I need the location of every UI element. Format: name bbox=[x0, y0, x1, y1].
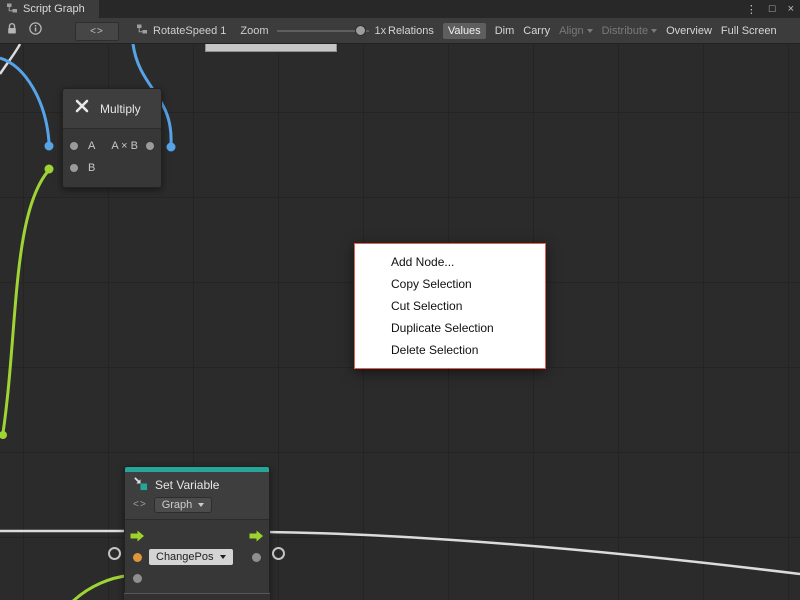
overview-button[interactable]: Overview bbox=[666, 25, 712, 37]
menu-item-add-node[interactable]: Add Node... bbox=[355, 251, 545, 273]
zoom-label: Zoom bbox=[240, 25, 268, 37]
node-multiply[interactable]: Multiply A A × B B bbox=[62, 88, 162, 188]
edit-source-button[interactable]: <> bbox=[75, 22, 119, 41]
distribute-label: Distribute bbox=[602, 25, 648, 37]
clipped-node-edge[interactable] bbox=[205, 44, 337, 52]
flow-output-port[interactable] bbox=[249, 529, 264, 547]
node-set-variable-header[interactable]: Set Variable <> Graph bbox=[125, 472, 269, 520]
chevron-down-icon bbox=[587, 29, 593, 33]
node-title: Multiply bbox=[100, 102, 141, 116]
port-label-a: A bbox=[88, 140, 95, 152]
script-graph-icon bbox=[6, 2, 18, 17]
variable-scope-label: Graph bbox=[162, 499, 193, 511]
value-output-port[interactable] bbox=[252, 553, 261, 562]
menu-item-cut-selection[interactable]: Cut Selection bbox=[355, 295, 545, 317]
script-graph-window: Multiply A A × B B bbox=[0, 0, 800, 600]
values-button[interactable]: Values bbox=[443, 23, 486, 39]
relations-button[interactable]: Relations bbox=[388, 25, 434, 37]
secondary-input-port[interactable] bbox=[133, 574, 142, 583]
value-input-port[interactable] bbox=[133, 553, 142, 562]
node-set-variable[interactable]: Set Variable <> Graph bbox=[124, 466, 270, 600]
menu-item-delete-selection[interactable]: Delete Selection bbox=[355, 339, 545, 361]
breadcrumb[interactable]: RotateSpeed 1 bbox=[153, 25, 226, 37]
variable-name-dropdown[interactable]: ChangePos bbox=[149, 549, 233, 565]
port-row-a: A A × B bbox=[63, 135, 161, 157]
output-port[interactable] bbox=[146, 142, 154, 150]
full-screen-button[interactable]: Full Screen bbox=[721, 25, 777, 37]
chevron-down-icon bbox=[220, 555, 226, 559]
tab-title: Script Graph bbox=[23, 3, 85, 15]
align-label: Align bbox=[559, 25, 583, 37]
port-label-output: A × B bbox=[111, 140, 138, 152]
info-icon[interactable] bbox=[29, 22, 42, 40]
lock-icon[interactable] bbox=[6, 22, 18, 40]
zoom-value: 1x bbox=[375, 25, 387, 37]
tab-script-graph[interactable]: Script Graph bbox=[0, 0, 99, 18]
input-port-b[interactable] bbox=[70, 164, 78, 172]
maximize-icon[interactable]: □ bbox=[769, 3, 776, 15]
node-multiply-header[interactable]: Multiply bbox=[63, 89, 161, 129]
node-lower-section bbox=[124, 593, 270, 600]
title-bar: Script Graph ⋮ □ × bbox=[0, 0, 800, 18]
port-ring-right[interactable] bbox=[272, 547, 285, 560]
flow-input-port[interactable] bbox=[130, 529, 145, 547]
node-multiply-body: A A × B B bbox=[63, 129, 161, 187]
zoom-slider[interactable] bbox=[277, 21, 369, 41]
align-button[interactable]: Align bbox=[559, 25, 592, 37]
dim-button[interactable]: Dim bbox=[495, 25, 515, 37]
close-icon[interactable]: × bbox=[788, 3, 794, 15]
chevron-down-icon bbox=[651, 29, 657, 33]
menu-item-copy-selection[interactable]: Copy Selection bbox=[355, 273, 545, 295]
variable-name-label: ChangePos bbox=[156, 551, 214, 563]
port-row-b: B bbox=[63, 157, 161, 179]
code-icon: <> bbox=[133, 499, 147, 510]
node-title: Set Variable bbox=[155, 478, 219, 492]
carry-button[interactable]: Carry bbox=[523, 25, 550, 37]
port-label-b: B bbox=[88, 162, 95, 174]
menu-item-duplicate-selection[interactable]: Duplicate Selection bbox=[355, 317, 545, 339]
input-port-a[interactable] bbox=[70, 142, 78, 150]
distribute-button[interactable]: Distribute bbox=[602, 25, 657, 37]
set-variable-icon bbox=[133, 476, 148, 494]
variable-scope-dropdown[interactable]: Graph bbox=[154, 497, 213, 513]
graph-toolbar: <> RotateSpeed 1 Zoom 1x Relations Value… bbox=[0, 18, 800, 44]
multiply-icon bbox=[73, 97, 91, 120]
port-ring-left[interactable] bbox=[108, 547, 121, 560]
chevron-down-icon bbox=[198, 503, 204, 507]
breadcrumb-graph-icon bbox=[136, 22, 148, 40]
zoom-slider-knob[interactable] bbox=[355, 25, 366, 36]
window-menu-icon[interactable]: ⋮ bbox=[746, 3, 757, 16]
context-menu: Add Node... Copy Selection Cut Selection… bbox=[354, 243, 546, 369]
node-set-variable-body: ChangePos bbox=[125, 524, 269, 588]
